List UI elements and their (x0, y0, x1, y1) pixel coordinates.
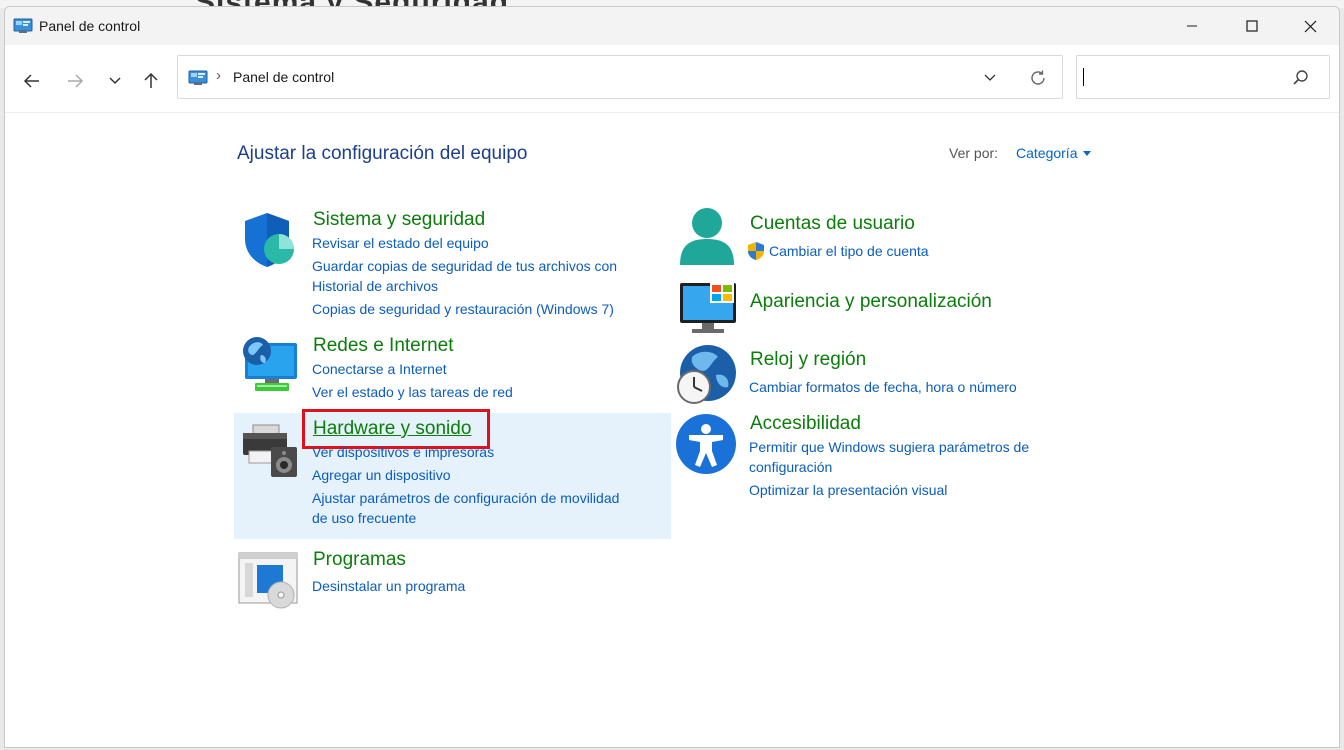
refresh-icon (1031, 70, 1045, 85)
view-by-label: Ver por: (949, 145, 999, 161)
link-movilidad[interactable]: Ajustar parámetros de configuración de m… (312, 488, 619, 508)
close-button[interactable] (1281, 7, 1339, 45)
link-historial-archivos[interactable]: Historial de archivos (312, 276, 438, 296)
link-copias-restauracion[interactable]: Copias de seguridad y restauración (Wind… (312, 299, 614, 319)
forward-button[interactable] (59, 65, 91, 97)
window-title: Panel de control (39, 18, 141, 34)
search-input[interactable] (1087, 66, 1287, 88)
caret-down-icon (1083, 150, 1092, 156)
link-uso-frecuente[interactable]: de uso frecuente (312, 508, 416, 528)
user-icon[interactable] (676, 205, 738, 267)
view-by-value: Categoría (1016, 145, 1078, 161)
navigation-bar: › Panel de control (5, 45, 1339, 113)
accessibility-icon[interactable] (675, 413, 737, 475)
link-estado-red[interactable]: Ver el estado y las tareas de red (312, 382, 513, 402)
maximize-icon (1246, 20, 1258, 32)
address-dropdown-button[interactable] (978, 68, 1002, 88)
content-area: Ajustar la configuración del equipo Ver … (5, 113, 1339, 747)
control-panel-window: Panel de control › Panel de control Ajus… (4, 6, 1340, 748)
link-formatos-fecha[interactable]: Cambiar formatos de fecha, hora o número (749, 377, 1017, 397)
category-title-programas[interactable]: Programas (313, 549, 406, 571)
link-optimizar-presentacion[interactable]: Optimizar la presentación visual (749, 480, 947, 500)
up-button[interactable] (135, 65, 167, 97)
link-ver-dispositivos[interactable]: Ver dispositivos e impresoras (312, 442, 494, 462)
link-permitir-sugerencias[interactable]: Permitir que Windows sugiera parámetros … (749, 437, 1029, 457)
text-caret (1083, 68, 1084, 86)
monitor-palette-icon[interactable] (676, 277, 738, 339)
page-title: Ajustar la configuración del equipo (237, 143, 528, 164)
control-panel-icon (13, 18, 33, 33)
category-title-apariencia[interactable]: Apariencia y personalización (750, 291, 992, 313)
link-cambiar-tipo-cuenta[interactable]: Cambiar el tipo de cuenta (769, 241, 929, 261)
arrow-left-icon (23, 74, 39, 88)
link-desinstalar-programa[interactable]: Desinstalar un programa (312, 576, 465, 596)
link-configuracion[interactable]: configuración (749, 457, 832, 477)
view-by-dropdown[interactable]: Categoría (1016, 145, 1092, 161)
uac-shield-icon (748, 242, 764, 260)
back-button[interactable] (16, 65, 48, 97)
minimize-icon (1187, 25, 1197, 27)
search-icon[interactable] (1292, 69, 1310, 87)
link-conectarse-internet[interactable]: Conectarse a Internet (312, 359, 447, 379)
breadcrumb-separator-icon: › (216, 67, 221, 84)
search-box[interactable] (1076, 55, 1330, 99)
link-revisar-estado[interactable]: Revisar el estado del equipo (312, 233, 489, 253)
link-agregar-dispositivo[interactable]: Agregar un dispositivo (312, 465, 451, 485)
shield-icon[interactable] (239, 209, 301, 271)
refresh-button[interactable] (1026, 67, 1050, 89)
category-title-sistema[interactable]: Sistema y seguridad (313, 209, 485, 231)
breadcrumb-control-panel[interactable]: Panel de control (233, 69, 334, 85)
maximize-button[interactable] (1223, 7, 1281, 45)
network-globe-icon[interactable] (239, 333, 301, 395)
category-title-redes[interactable]: Redes e Internet (313, 335, 453, 357)
printer-speaker-icon[interactable] (239, 419, 301, 481)
link-guardar-copias[interactable]: Guardar copias de seguridad de tus archi… (312, 256, 617, 276)
program-disc-icon[interactable] (237, 549, 299, 611)
globe-clock-icon[interactable] (674, 343, 736, 405)
category-title-cuentas[interactable]: Cuentas de usuario (750, 213, 915, 235)
arrow-right-icon (68, 74, 84, 88)
title-bar: Panel de control (5, 7, 1339, 45)
address-bar[interactable]: › Panel de control (177, 55, 1063, 99)
recent-locations-button[interactable] (99, 65, 131, 97)
close-icon (1304, 20, 1316, 32)
control-panel-icon (188, 70, 208, 85)
chevron-down-icon (984, 74, 996, 81)
category-title-accesibilidad[interactable]: Accesibilidad (750, 413, 861, 435)
chevron-down-icon (109, 77, 121, 85)
minimize-button[interactable] (1163, 7, 1221, 45)
category-title-reloj[interactable]: Reloj y región (750, 349, 866, 371)
arrow-up-icon (144, 72, 158, 88)
